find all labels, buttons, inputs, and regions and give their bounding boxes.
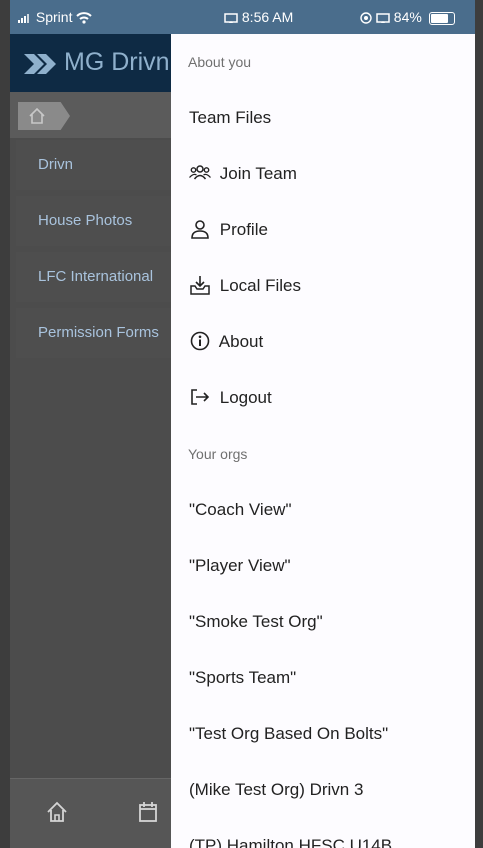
clock: 8:56 AM — [241, 9, 294, 25]
phone-screen: Sprint 8:56 AM 84% MG Drivn Drivn House … — [10, 0, 475, 848]
menu-item-join-team[interactable]: Join Team — [171, 146, 475, 202]
battery-icon — [428, 11, 455, 25]
menu-item-label: Local Files — [219, 276, 301, 295]
folder-item[interactable]: Drivn — [16, 140, 186, 190]
screen-mirror-icon — [376, 13, 390, 23]
status-bar: Sprint 8:56 AM 84% — [10, 0, 475, 34]
menu-item-label: Join Team — [219, 164, 297, 183]
menu-item-label: Team Files — [189, 108, 272, 127]
side-drawer: About you Team Files Join Team Profile L… — [171, 34, 475, 848]
folder-item[interactable]: House Photos — [16, 196, 186, 246]
menu-item-label: About — [218, 332, 264, 351]
battery-percent: 84% — [393, 9, 422, 25]
home-icon[interactable] — [46, 801, 68, 823]
menu-item-team-files[interactable]: Team Files — [171, 90, 475, 146]
section-header-about: About you — [188, 54, 252, 70]
menu-item-about[interactable]: About — [171, 314, 475, 370]
battery-fill — [430, 13, 448, 23]
signal-icon — [18, 14, 29, 24]
org-item[interactable]: "Test Org Based On Bolts" — [171, 706, 475, 762]
location-icon — [360, 12, 372, 24]
org-item[interactable]: "Coach View" — [171, 482, 475, 538]
home-icon — [29, 107, 45, 124]
org-item[interactable]: "Player View" — [171, 538, 475, 594]
status-right-group: 84% — [360, 9, 455, 25]
menu-item-logout[interactable]: Logout — [171, 370, 475, 426]
screen-mirror-icon — [224, 13, 238, 23]
logout-icon — [189, 386, 211, 408]
app-title: MG Drivn — [64, 48, 170, 76]
drivn-logo-icon — [24, 54, 56, 74]
folder-list: Drivn House Photos LFC International Per… — [16, 140, 186, 364]
menu-item-profile[interactable]: Profile — [171, 202, 475, 258]
menu-item-label: Profile — [219, 220, 268, 239]
org-item[interactable]: "Sports Team" — [171, 650, 475, 706]
folder-item[interactable]: Permission Forms — [16, 308, 186, 358]
person-icon — [189, 218, 211, 240]
org-item[interactable]: (TP) Hamilton HFSC U14B — [171, 818, 475, 848]
clock-group: 8:56 AM — [224, 9, 293, 25]
org-item[interactable]: "Smoke Test Org" — [171, 594, 475, 650]
wifi-icon — [76, 12, 93, 24]
section-header-orgs: Your orgs — [188, 446, 248, 462]
download-box-icon — [189, 274, 211, 296]
carrier-label: Sprint — [35, 9, 73, 25]
info-icon — [189, 330, 211, 352]
device-frame: Sprint 8:56 AM 84% MG Drivn Drivn House … — [0, 0, 483, 848]
calendar-icon[interactable] — [137, 801, 159, 823]
breadcrumb-home[interactable] — [18, 102, 70, 130]
carrier-group: Sprint — [18, 9, 93, 25]
menu-item-local-files[interactable]: Local Files — [171, 258, 475, 314]
folder-item[interactable]: LFC International — [16, 252, 186, 302]
team-icon — [189, 162, 211, 184]
menu-item-label: Logout — [219, 388, 272, 407]
org-item[interactable]: (Mike Test Org) Drivn 3 — [171, 762, 475, 818]
